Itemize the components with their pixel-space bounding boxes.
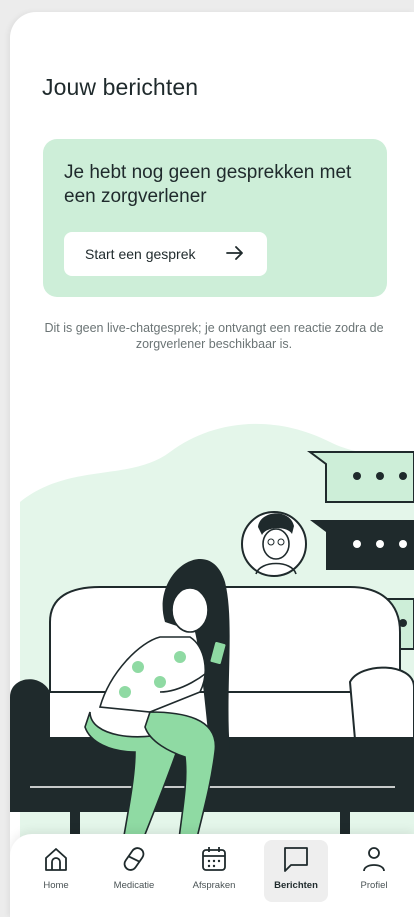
bottom-tab-bar: Home Medicatie Afspraken Berichten Profi…	[10, 834, 414, 917]
empty-state-card: Je hebt nog geen gesprekken met een zorg…	[43, 139, 387, 297]
home-icon	[45, 848, 67, 871]
chat-bubble-1	[307, 451, 414, 503]
start-conversation-label: Start een gesprek	[85, 246, 196, 262]
empty-state-title: Je hebt nog geen gesprekken met een zorg…	[64, 162, 352, 207]
tab-profiel-label: Profiel	[360, 880, 388, 891]
woman-face	[171, 587, 209, 633]
chat-notice: Dit is geen live-chatgesprek; je ontvang…	[44, 321, 384, 351]
tab-berichten[interactable]: Berichten	[264, 840, 328, 902]
start-conversation-button[interactable]: Start een gesprek	[64, 232, 267, 276]
user-icon	[363, 847, 385, 872]
calendar-icon	[202, 847, 226, 871]
arrow-right-icon	[225, 243, 245, 266]
tab-berichten-label: Berichten	[274, 880, 318, 891]
tab-afspraken[interactable]: Afspraken	[182, 840, 246, 902]
chat-icon	[284, 847, 308, 872]
caregiver-avatar	[241, 511, 307, 577]
tab-home[interactable]: Home	[24, 840, 88, 902]
tab-profiel[interactable]: Profiel	[342, 840, 406, 902]
pill-icon	[123, 847, 145, 871]
tab-afspraken-label: Afspraken	[192, 880, 236, 891]
app-screen: Jouw berichten Je hebt nog geen gesprekk…	[10, 12, 414, 917]
chat-illustration	[10, 423, 414, 862]
tab-home-label: Home	[43, 880, 69, 891]
tab-medicatie[interactable]: Medicatie	[102, 840, 166, 902]
tab-medicatie-label: Medicatie	[113, 880, 155, 891]
page-title: Jouw berichten	[42, 74, 199, 100]
